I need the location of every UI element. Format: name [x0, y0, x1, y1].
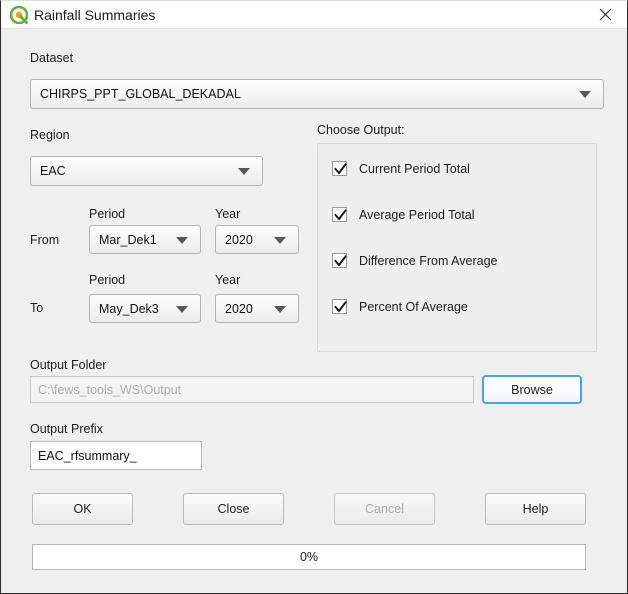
- from-year-combobox[interactable]: 2020: [215, 225, 299, 254]
- chevron-down-icon: [274, 306, 286, 313]
- window-title: Rainfall Summaries: [34, 5, 155, 25]
- checkbox-percent-of-average[interactable]: Percent Of Average: [332, 299, 468, 314]
- choose-output-title: Choose Output:: [317, 123, 405, 137]
- chevron-down-icon: [274, 237, 286, 244]
- to-period-combobox[interactable]: May_Dek3: [89, 294, 201, 323]
- checkbox-difference-from-average[interactable]: Difference From Average: [332, 253, 498, 268]
- dataset-label: Dataset: [30, 51, 73, 65]
- title-bar: Rainfall Summaries: [1, 1, 627, 29]
- close-button[interactable]: Close: [183, 493, 284, 525]
- to-year-combobox[interactable]: 2020: [215, 294, 299, 323]
- close-icon[interactable]: [583, 1, 627, 28]
- checkbox-label: Current Period Total: [359, 162, 470, 176]
- output-prefix-input[interactable]: EAC_rfsummary_: [30, 441, 202, 470]
- check-icon: [332, 161, 347, 176]
- output-folder-label: Output Folder: [30, 358, 106, 372]
- to-period-value: May_Dek3: [90, 302, 159, 316]
- chevron-down-icon: [176, 237, 188, 244]
- region-label: Region: [30, 128, 70, 142]
- checkbox-current-period-total[interactable]: Current Period Total: [332, 161, 470, 176]
- output-prefix-label: Output Prefix: [30, 422, 103, 436]
- checkbox-label: Average Period Total: [359, 208, 475, 222]
- chevron-down-icon: [579, 91, 591, 98]
- qgis-logo-icon: [10, 6, 28, 24]
- checkbox-label: Difference From Average: [359, 254, 498, 268]
- to-label: To: [30, 301, 43, 315]
- to-year-label: Year: [215, 273, 240, 287]
- check-icon: [332, 207, 347, 222]
- progress-bar: 0%: [32, 544, 586, 570]
- chevron-down-icon: [176, 306, 188, 313]
- checkbox-average-period-total[interactable]: Average Period Total: [332, 207, 475, 222]
- browse-button[interactable]: Browse: [482, 375, 582, 404]
- from-period-label: Period: [89, 207, 125, 221]
- check-icon: [332, 253, 347, 268]
- rainfall-summaries-dialog: Rainfall Summaries Dataset CHIRPS_PPT_GL…: [0, 0, 628, 594]
- to-period-label: Period: [89, 273, 125, 287]
- help-button[interactable]: Help: [485, 493, 586, 525]
- progress-label: 0%: [300, 550, 318, 564]
- checkbox-label: Percent Of Average: [359, 300, 468, 314]
- check-icon: [332, 299, 347, 314]
- from-period-value: Mar_Dek1: [90, 233, 157, 247]
- from-label: From: [30, 233, 59, 247]
- from-year-value: 2020: [216, 233, 253, 247]
- region-value: EAC: [31, 164, 66, 178]
- from-year-label: Year: [215, 207, 240, 221]
- chevron-down-icon: [238, 168, 250, 175]
- output-folder-input[interactable]: C:\fews_tools_WS\Output: [30, 376, 474, 403]
- ok-button[interactable]: OK: [32, 493, 133, 525]
- to-year-value: 2020: [216, 302, 253, 316]
- dataset-value: CHIRPS_PPT_GLOBAL_DEKADAL: [31, 87, 241, 101]
- cancel-button: Cancel: [334, 493, 435, 525]
- dataset-combobox[interactable]: CHIRPS_PPT_GLOBAL_DEKADAL: [30, 79, 604, 109]
- region-combobox[interactable]: EAC: [30, 156, 263, 186]
- from-period-combobox[interactable]: Mar_Dek1: [89, 225, 201, 254]
